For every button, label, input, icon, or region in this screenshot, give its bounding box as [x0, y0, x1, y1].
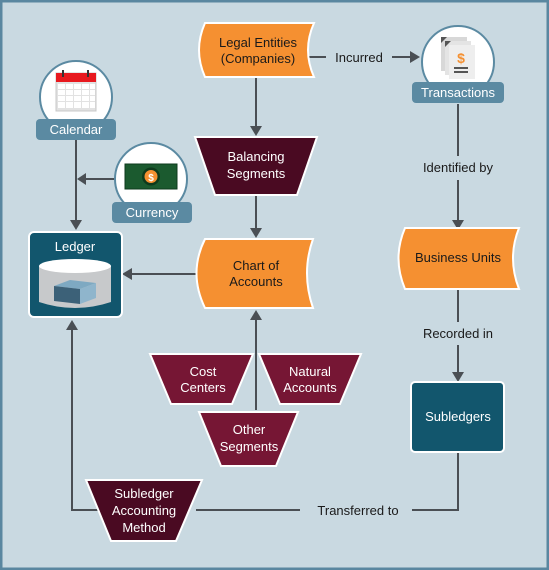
cost-centers-line1: Cost — [190, 364, 217, 379]
edge-label-incurred: Incurred — [335, 50, 383, 65]
database-icon — [39, 259, 111, 308]
legal-entities-line2: (Companies) — [221, 51, 295, 66]
chart-of-accounts-line1: Chart of — [233, 258, 280, 273]
calendar-label: Calendar — [50, 122, 103, 137]
edge-label-recorded-in: Recorded in — [423, 326, 493, 341]
sla-line2: Accounting — [112, 503, 176, 518]
calendar-icon — [55, 70, 97, 112]
natural-accounts-line1: Natural — [289, 364, 331, 379]
svg-text:$: $ — [457, 50, 465, 66]
node-legal-entities[interactable]: Legal Entities (Companies) — [198, 22, 316, 78]
business-units-label: Business Units — [415, 250, 501, 265]
node-chart-of-accounts[interactable]: Chart of Accounts — [195, 238, 315, 309]
edge-label-transferred-to: Transferred to — [317, 503, 398, 518]
node-balancing-segments[interactable]: Balancing Segments — [193, 136, 319, 196]
node-ledger[interactable]: Ledger — [28, 231, 123, 318]
sla-line3: Method — [122, 520, 165, 535]
transactions-label: Transactions — [421, 85, 495, 100]
diagram-canvas: Incurred Identified by Recorded in Trans… — [0, 0, 549, 570]
edge-label-identified-by: Identified by — [423, 160, 494, 175]
documents-dollar-icon: $ — [441, 37, 475, 79]
svg-text:$: $ — [148, 173, 154, 184]
node-business-units[interactable]: Business Units — [397, 227, 521, 290]
legal-entities-line1: Legal Entities — [219, 35, 298, 50]
balancing-segments-line2: Segments — [227, 166, 286, 181]
banknote-icon: $ — [124, 163, 178, 190]
natural-accounts-line2: Accounts — [283, 380, 337, 395]
document-shape — [198, 22, 316, 78]
node-calendar[interactable]: Calendar — [36, 60, 116, 140]
currency-label: Currency — [126, 205, 179, 220]
subledgers-label: Subledgers — [425, 409, 491, 424]
node-subledgers[interactable]: Subledgers — [410, 381, 505, 453]
chart-of-accounts-line2: Accounts — [229, 274, 283, 289]
sla-line1: Subledger — [114, 486, 174, 501]
other-segments-line2: Segments — [220, 439, 279, 454]
balancing-segments-line1: Balancing — [227, 149, 284, 164]
other-segments-line1: Other — [233, 422, 266, 437]
ledger-label: Ledger — [55, 239, 96, 254]
cost-centers-line2: Centers — [180, 380, 226, 395]
